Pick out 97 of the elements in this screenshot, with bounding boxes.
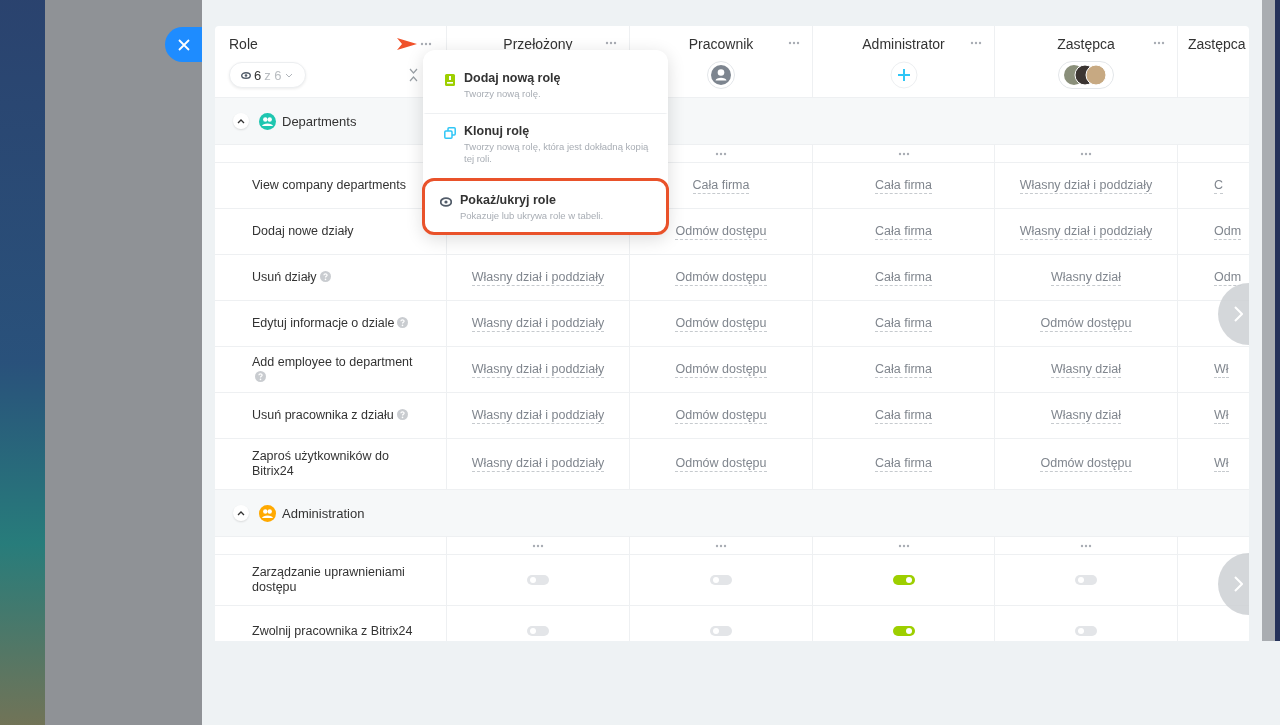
- section-title: Administration: [282, 505, 365, 521]
- access-value-link[interactable]: Odmów dostępu: [675, 456, 767, 472]
- copy-icon: [444, 127, 456, 139]
- help-icon[interactable]: [397, 317, 409, 328]
- menu-item[interactable]: Dodaj nową rolę Tworzy nową rolę.: [423, 58, 668, 113]
- help-icon[interactable]: [396, 409, 408, 420]
- access-value-link[interactable]: Odmów dostępu: [675, 407, 767, 424]
- eye-icon: [440, 196, 452, 208]
- toggle-switch[interactable]: [527, 626, 549, 636]
- permission-label: View company departments: [252, 178, 407, 193]
- more-icon[interactable]: [532, 543, 544, 548]
- access-value-link[interactable]: Wł: [1214, 456, 1229, 472]
- toggle-switch[interactable]: [1075, 575, 1097, 585]
- permission-label: Usuń działy: [252, 270, 331, 285]
- menu-item-description: Tworzy nową rolę.: [464, 88, 542, 100]
- avatar-group-icon[interactable]: [1058, 61, 1114, 89]
- more-icon[interactable]: [897, 543, 910, 548]
- access-value-link[interactable]: Odmów dostępu: [675, 223, 767, 240]
- collapse-icon[interactable]: [409, 68, 418, 82]
- access-value-link[interactable]: Własny dział i poddziały: [471, 269, 605, 286]
- access-value-link[interactable]: C: [1214, 177, 1224, 194]
- access-value-link[interactable]: Odmów dostępu: [675, 315, 767, 332]
- permission-label: Zaproś użytkowników do Bitrix24: [252, 449, 390, 479]
- permission-label: Zwolnij pracownika z Bitrix24: [252, 623, 413, 639]
- access-value-link[interactable]: Cała firma: [875, 177, 932, 194]
- menu-item-title: Pokaż/ukryj role: [460, 193, 557, 207]
- next-button[interactable]: [1218, 283, 1249, 345]
- toggle-switch[interactable]: [892, 575, 915, 585]
- toggle-switch[interactable]: [1075, 626, 1097, 636]
- user-avatar-icon[interactable]: [707, 61, 735, 89]
- role-name: Zastępca: [1057, 36, 1115, 52]
- collapse-button[interactable]: [233, 505, 249, 521]
- more-icon[interactable]: [788, 41, 800, 45]
- section-title: Departments: [282, 113, 357, 129]
- menu-item-title: Dodaj nową rolę: [464, 71, 561, 85]
- more-icon[interactable]: [715, 543, 727, 548]
- help-icon[interactable]: [319, 271, 331, 282]
- more-icon[interactable]: [1080, 543, 1092, 548]
- column-title: Role: [229, 36, 258, 52]
- access-value-link[interactable]: Własny dział i poddziały: [1019, 223, 1153, 240]
- role-name: Administrator: [862, 36, 945, 52]
- access-value-link[interactable]: Cała firma: [692, 177, 750, 194]
- eye-icon: [241, 71, 251, 79]
- access-value-link[interactable]: Własny dział i poddziały: [471, 315, 605, 332]
- access-value-link[interactable]: Cała firma: [875, 407, 932, 424]
- add-role-icon: [444, 74, 456, 86]
- menu-item[interactable]: Pokaż/ukryj role Pokazuje lub ukrywa role w tabeli.: [422, 178, 669, 235]
- toggle-switch[interactable]: [527, 575, 549, 585]
- role-name: Pracownik: [688, 36, 754, 52]
- access-value-link[interactable]: Własny dział i poddziały: [471, 456, 605, 472]
- access-value-link[interactable]: Własny dział: [1050, 361, 1122, 378]
- more-icon[interactable]: [420, 42, 432, 46]
- toggle-switch[interactable]: [710, 575, 732, 585]
- chevron-right-icon: [1234, 306, 1243, 322]
- access-value-link[interactable]: Odmów dostępu: [1040, 456, 1132, 472]
- access-value-link[interactable]: Cała firma: [875, 456, 932, 472]
- more-icon[interactable]: [970, 41, 982, 45]
- access-value-link[interactable]: Odm: [1214, 223, 1242, 240]
- toggle-switch[interactable]: [892, 626, 915, 636]
- permission-label: Edytuj informacje o dziale: [252, 316, 409, 331]
- role-name: Przełożony: [503, 36, 573, 52]
- collapse-button[interactable]: [233, 113, 249, 129]
- role-name: Zastępca: [1188, 36, 1246, 52]
- access-value-link[interactable]: Wł: [1214, 407, 1229, 424]
- more-icon[interactable]: [715, 151, 727, 156]
- more-icon[interactable]: [897, 151, 910, 156]
- more-icon[interactable]: [1080, 151, 1092, 156]
- access-value-link[interactable]: Cała firma: [875, 315, 932, 332]
- access-value-link[interactable]: Własny dział: [1050, 269, 1122, 286]
- permission-label: Usuń pracownika z działu: [252, 408, 408, 423]
- access-value-link[interactable]: Własny dział i poddziały: [1019, 177, 1153, 194]
- role-filter-button[interactable]: 6 z 6: [229, 62, 306, 88]
- access-value-link[interactable]: Odmów dostępu: [1040, 315, 1132, 332]
- chevron-right-icon: [1234, 576, 1243, 592]
- access-value-link[interactable]: Własny dział: [1050, 407, 1122, 424]
- menu-item-description: Tworzy nową rolę, która jest dokładną kopią tej roli.: [464, 141, 649, 165]
- menu-item[interactable]: Klonuj rolę Tworzy nową rolę, która jest dokładną kopią tej roli.: [423, 113, 668, 178]
- permission-label: Dodaj nowe działy: [252, 224, 354, 239]
- menu-item-title: Klonuj rolę: [464, 124, 531, 138]
- more-icon[interactable]: [605, 41, 617, 45]
- help-icon[interactable]: [255, 370, 266, 382]
- permission-label: Add employee to department: [252, 354, 416, 385]
- access-value-link[interactable]: Własny dział i poddziały: [471, 361, 605, 378]
- access-value-link[interactable]: Własny dział i poddziały: [471, 407, 605, 424]
- access-value-link[interactable]: Wł: [1214, 361, 1229, 378]
- add-user-icon[interactable]: [889, 61, 918, 89]
- permission-label: Zarządzanie uprawnieniami dostępu: [252, 565, 406, 595]
- menu-item-description: Pokazuje lub ukrywa role w tabeli.: [460, 210, 604, 222]
- access-value-link[interactable]: Odmów dostępu: [675, 361, 767, 378]
- access-value-link[interactable]: Cała firma: [875, 361, 932, 378]
- more-icon[interactable]: [1153, 41, 1165, 45]
- access-value-link[interactable]: Cała firma: [875, 269, 932, 286]
- access-value-link[interactable]: Cała firma: [875, 223, 932, 240]
- toggle-switch[interactable]: [710, 626, 732, 636]
- chevron-icon: [284, 72, 293, 78]
- close-icon: [177, 38, 190, 51]
- access-value-link[interactable]: Odmów dostępu: [675, 269, 767, 286]
